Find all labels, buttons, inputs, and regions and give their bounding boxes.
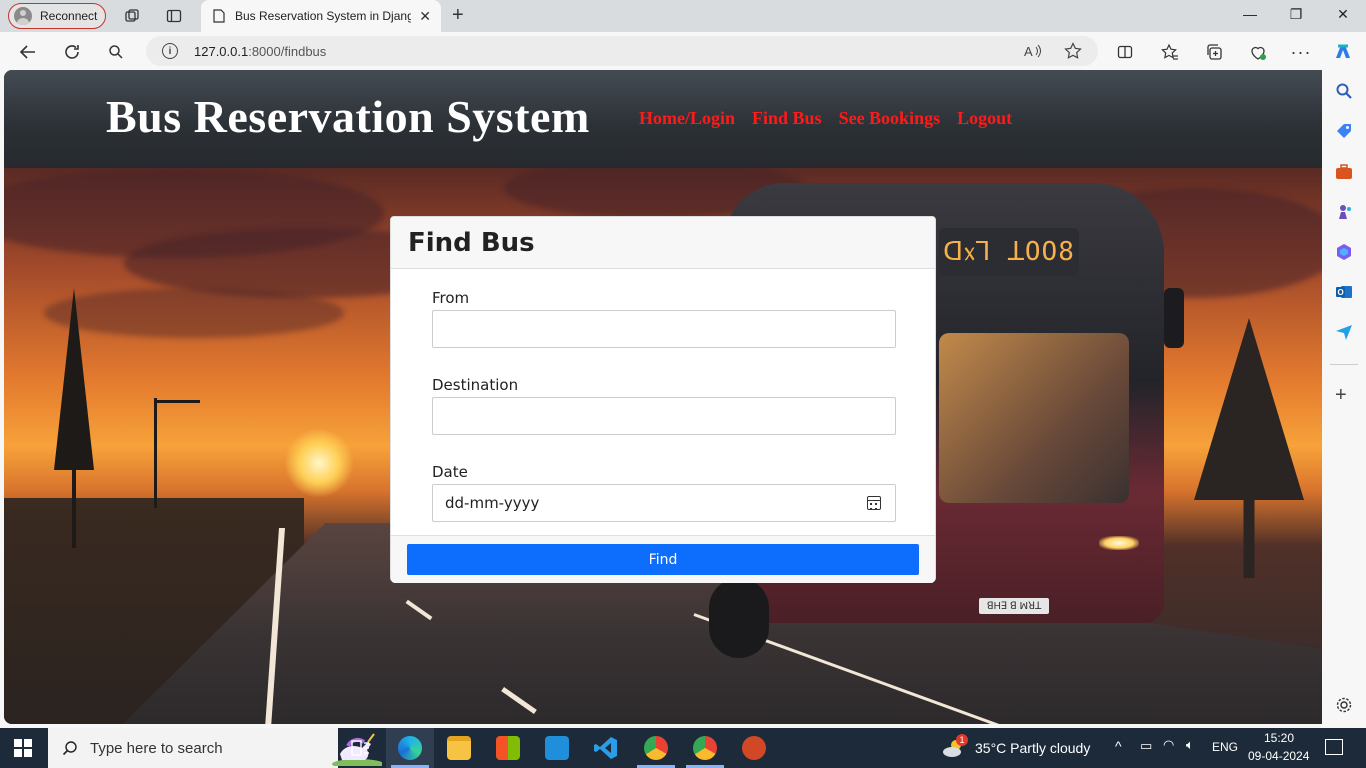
site-title: Bus Reservation System [106,91,590,142]
search-icon[interactable] [105,41,127,63]
file-explorer-icon[interactable] [447,736,471,760]
date-label: Date [432,463,468,481]
url-text: 127.0.0.1:8000/findbus [194,43,327,59]
taskbar-search-placeholder: Type here to search [90,739,223,757]
taskbar-search-icon [62,741,77,756]
page-icon [213,9,225,23]
read-aloud-icon[interactable]: A [1024,42,1042,60]
site-info-icon[interactable]: i [162,43,178,59]
sidebar-divider [1330,364,1358,365]
profile-label: Reconnect [40,9,98,23]
nav-link-see-bookings[interactable]: See Bookings [839,108,941,129]
svg-text:A: A [1024,44,1033,59]
games-chess-icon[interactable] [1335,203,1353,221]
chrome-profile-icon[interactable] [693,736,717,760]
weather-text[interactable]: 35°C Partly cloudy [975,740,1090,756]
vertical-tabs-icon[interactable] [164,6,184,26]
sidebar-search-icon[interactable] [1335,82,1353,100]
form-heading: Find Bus [408,227,535,258]
more-options-icon[interactable]: ··· [1290,41,1312,63]
favorite-star-icon[interactable] [1064,42,1082,60]
profile-avatar-icon [14,7,32,25]
windows-taskbar: Type here to search 1 35°C Partly cloudy… [0,728,1366,768]
volume-icon[interactable]: 🔈︎ [1186,737,1194,753]
date-placeholder: dd-mm-yyyy [445,494,540,512]
tab-title: Bus Reservation System in Djang [235,9,411,23]
browser-tab-strip: Reconnect Bus Reservation System in Djan… [0,0,1366,32]
battery-icon[interactable]: ▭ [1140,738,1152,754]
find-bus-form: Find Bus From Destination Date dd-mm-yyy… [390,216,936,583]
send-plane-icon[interactable] [1335,323,1353,341]
site-header: Bus Reservation System Home/Login Find B… [4,70,1322,168]
profile-button[interactable]: Reconnect [8,3,106,29]
clock-time[interactable]: 15:20 [1264,731,1294,745]
split-screen-icon[interactable] [1114,41,1136,63]
notifications-icon[interactable] [1325,739,1343,755]
nav-link-logout[interactable]: Logout [957,108,1012,129]
site-nav: Home/Login Find Bus See Bookings Logout [639,108,1029,129]
destination-label: Destination [432,376,519,394]
sidebar-settings-gear-icon[interactable] [1335,696,1353,714]
card-footer: Find [391,535,935,583]
shopping-tag-icon[interactable] [1335,122,1353,140]
calendar-icon[interactable] [867,496,881,510]
wifi-icon[interactable]: ◠ [1163,737,1174,753]
sun [284,428,354,498]
browser-toolbar: i 127.0.0.1:8000/findbus A ··· [0,32,1366,70]
find-button[interactable]: Find [407,544,919,575]
edge-sidebar: O + [1322,70,1366,728]
destination-input[interactable] [432,397,896,435]
favorites-icon[interactable] [1159,41,1181,63]
tools-briefcase-icon[interactable] [1335,163,1353,181]
address-bar[interactable]: i 127.0.0.1:8000/findbus A [146,36,1098,66]
workspaces-icon[interactable] [122,6,142,26]
clock-date[interactable]: 09-04-2024 [1248,749,1309,763]
microsoft-365-icon[interactable] [1335,243,1353,261]
tab-bus-reservation[interactable]: Bus Reservation System in Djang ✕ [201,0,441,32]
vs-code-icon[interactable] [594,736,618,760]
minimize-icon[interactable]: — [1240,6,1260,22]
refresh-icon[interactable] [61,41,83,63]
taskbar-search-box[interactable]: Type here to search [48,728,382,768]
microsoft-store-icon[interactable] [496,736,520,760]
collections-icon[interactable] [1203,41,1225,63]
weather-alert-badge: 1 [956,734,968,746]
browser-essentials-icon[interactable] [1247,41,1269,63]
add-sidebar-app-icon[interactable]: + [1335,384,1347,407]
edge-browser-icon[interactable] [398,736,422,760]
date-input[interactable]: dd-mm-yyyy [432,484,896,522]
nav-link-find-bus[interactable]: Find Bus [752,108,822,129]
new-tab-icon[interactable]: + [452,4,464,27]
restore-icon[interactable]: ❐ [1286,6,1306,23]
chrome-icon[interactable] [644,736,668,760]
weather-icon[interactable]: 1 [942,734,968,760]
copilot-icon[interactable] [1332,41,1354,63]
web-page: Bus Reservation System Home/Login Find B… [4,70,1322,724]
bus-destination-sign: ᗡ᥊ꓶ ꓕOO8 [939,228,1079,276]
back-icon[interactable] [17,41,39,63]
nav-link-home-login[interactable]: Home/Login [639,108,735,129]
from-input[interactable] [432,310,896,348]
outlook-icon[interactable]: O [1335,283,1353,301]
show-hidden-icons-icon[interactable]: ^ [1115,738,1122,754]
card-header: Find Bus [391,217,935,269]
mail-icon[interactable] [545,736,569,760]
language-indicator[interactable]: ENG [1212,740,1238,754]
card-body: From Destination Date dd-mm-yyyy [391,269,935,535]
windows-start-icon[interactable] [14,739,32,757]
bus-license-plate: ꓭHꓱ ꓭ ꟽꓤꓕ [979,598,1049,614]
svg-text:O: O [1338,288,1344,297]
powerpoint-icon[interactable] [742,736,766,760]
task-view-icon[interactable] [350,738,370,758]
close-window-icon[interactable]: ✕ [1333,6,1353,23]
from-label: From [432,289,470,307]
tab-close-icon[interactable]: ✕ [419,8,431,25]
